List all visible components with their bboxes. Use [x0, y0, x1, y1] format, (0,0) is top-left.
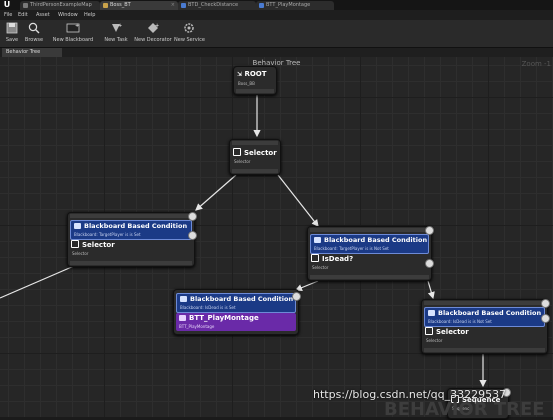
task-icon [179, 315, 186, 321]
root-icon: ⇲ [237, 71, 243, 78]
selector-top-input-pin[interactable] [232, 141, 278, 145]
task-title: BTT_PlayMontage [189, 314, 259, 322]
wire-mid-montage [294, 280, 319, 292]
decorator-pin[interactable] [541, 314, 550, 323]
blackboard-icon [428, 310, 435, 316]
blackboard-icon [314, 237, 321, 243]
right-selector-subtitle: Selector [426, 338, 443, 343]
decorator-title: Blackboard Based Condition [324, 236, 428, 244]
decorator-pin[interactable] [425, 259, 434, 268]
root-title-row: ⇲ ROOT [237, 70, 273, 78]
right-input-pin[interactable] [424, 301, 545, 305]
selector-icon [425, 327, 433, 335]
blackboard-icon [180, 296, 187, 302]
blog-watermark: https://blog.csdn.net/qq_33229537 [313, 388, 507, 401]
decorator-pin[interactable] [425, 226, 434, 235]
root-output-pin[interactable] [236, 89, 274, 93]
mid-blackboard-decorator[interactable]: Blackboard Based Condition Blackboard: T… [310, 234, 429, 254]
decorator-title: Blackboard Based Condition [190, 295, 294, 303]
right-title-row: Selector [425, 327, 544, 336]
wire-selector-left [195, 174, 237, 211]
selector-top-title: Selector [244, 149, 277, 157]
isdead-subtitle: Selector [312, 265, 329, 270]
selector-node-top[interactable]: Selector Selector [229, 139, 281, 175]
decorator-description: Blackboard: TargetPlayer is is Set [74, 232, 141, 237]
selector-icon [71, 240, 79, 248]
right-blackboard-decorator[interactable]: Blackboard Based Condition Blackboard: I… [424, 307, 545, 327]
isdead-output-pin[interactable] [310, 275, 429, 279]
decorator-title: Blackboard Based Condition [438, 309, 542, 317]
blackboard-icon [74, 223, 81, 229]
left-title-row: Selector [71, 240, 191, 249]
right-output-pin[interactable] [424, 348, 545, 352]
task-subtitle: BTT_PlayMontage [179, 324, 215, 329]
right-selector-node[interactable]: Blackboard Based Condition Blackboard: I… [421, 299, 550, 354]
montage-blackboard-decorator[interactable]: Blackboard Based Condition Blackboard: I… [176, 293, 296, 313]
decorator-description: Blackboard: IsDead is is Set [180, 305, 236, 310]
left-input-pin[interactable] [70, 214, 192, 218]
isdead-title-row: IsDead? [311, 254, 428, 263]
wire-left-offscreen [0, 265, 75, 299]
decorator-pin[interactable] [188, 231, 197, 240]
wire-selector-mid [277, 174, 319, 227]
task-body[interactable]: BTT_PlayMontage BTT_PlayMontage [176, 313, 296, 331]
selector-top-output-pin[interactable] [232, 169, 278, 173]
isdead-title: IsDead? [322, 255, 354, 263]
isdead-input-pin[interactable] [310, 228, 429, 232]
decorator-description: Blackboard: TargetPlayer is is Not Set [314, 246, 389, 251]
left-selector-subtitle: Selector [72, 251, 89, 256]
decorator-pin[interactable] [188, 212, 197, 221]
wire-mid-right [427, 280, 435, 300]
selector-top-title-row: Selector [233, 148, 277, 157]
left-selector-node[interactable]: Blackboard Based Condition Blackboard: T… [67, 212, 197, 267]
play-montage-task-node[interactable]: Blackboard Based Condition Blackboard: I… [173, 289, 301, 335]
selector-top-subtitle: Selector [234, 159, 251, 164]
selector-icon [311, 254, 319, 262]
left-blackboard-decorator[interactable]: Blackboard Based Condition Blackboard: T… [70, 220, 192, 240]
node-connections [0, 95, 487, 388]
right-selector-title: Selector [436, 328, 469, 336]
left-output-pin[interactable] [70, 261, 192, 265]
decorator-description: Blackboard: IsDead is is Not Set [428, 319, 492, 324]
selector-icon [233, 148, 241, 156]
decorator-pin[interactable] [541, 299, 550, 308]
isdead-selector-node[interactable]: Blackboard Based Condition Blackboard: T… [307, 226, 434, 281]
root-node[interactable]: ⇲ ROOT Boss_BB [233, 66, 277, 95]
root-title: ROOT [244, 70, 267, 78]
left-selector-title: Selector [82, 241, 115, 249]
decorator-pin[interactable] [292, 292, 301, 301]
root-subtitle: Boss_BB [238, 81, 255, 86]
decorator-title: Blackboard Based Condition [84, 222, 188, 230]
